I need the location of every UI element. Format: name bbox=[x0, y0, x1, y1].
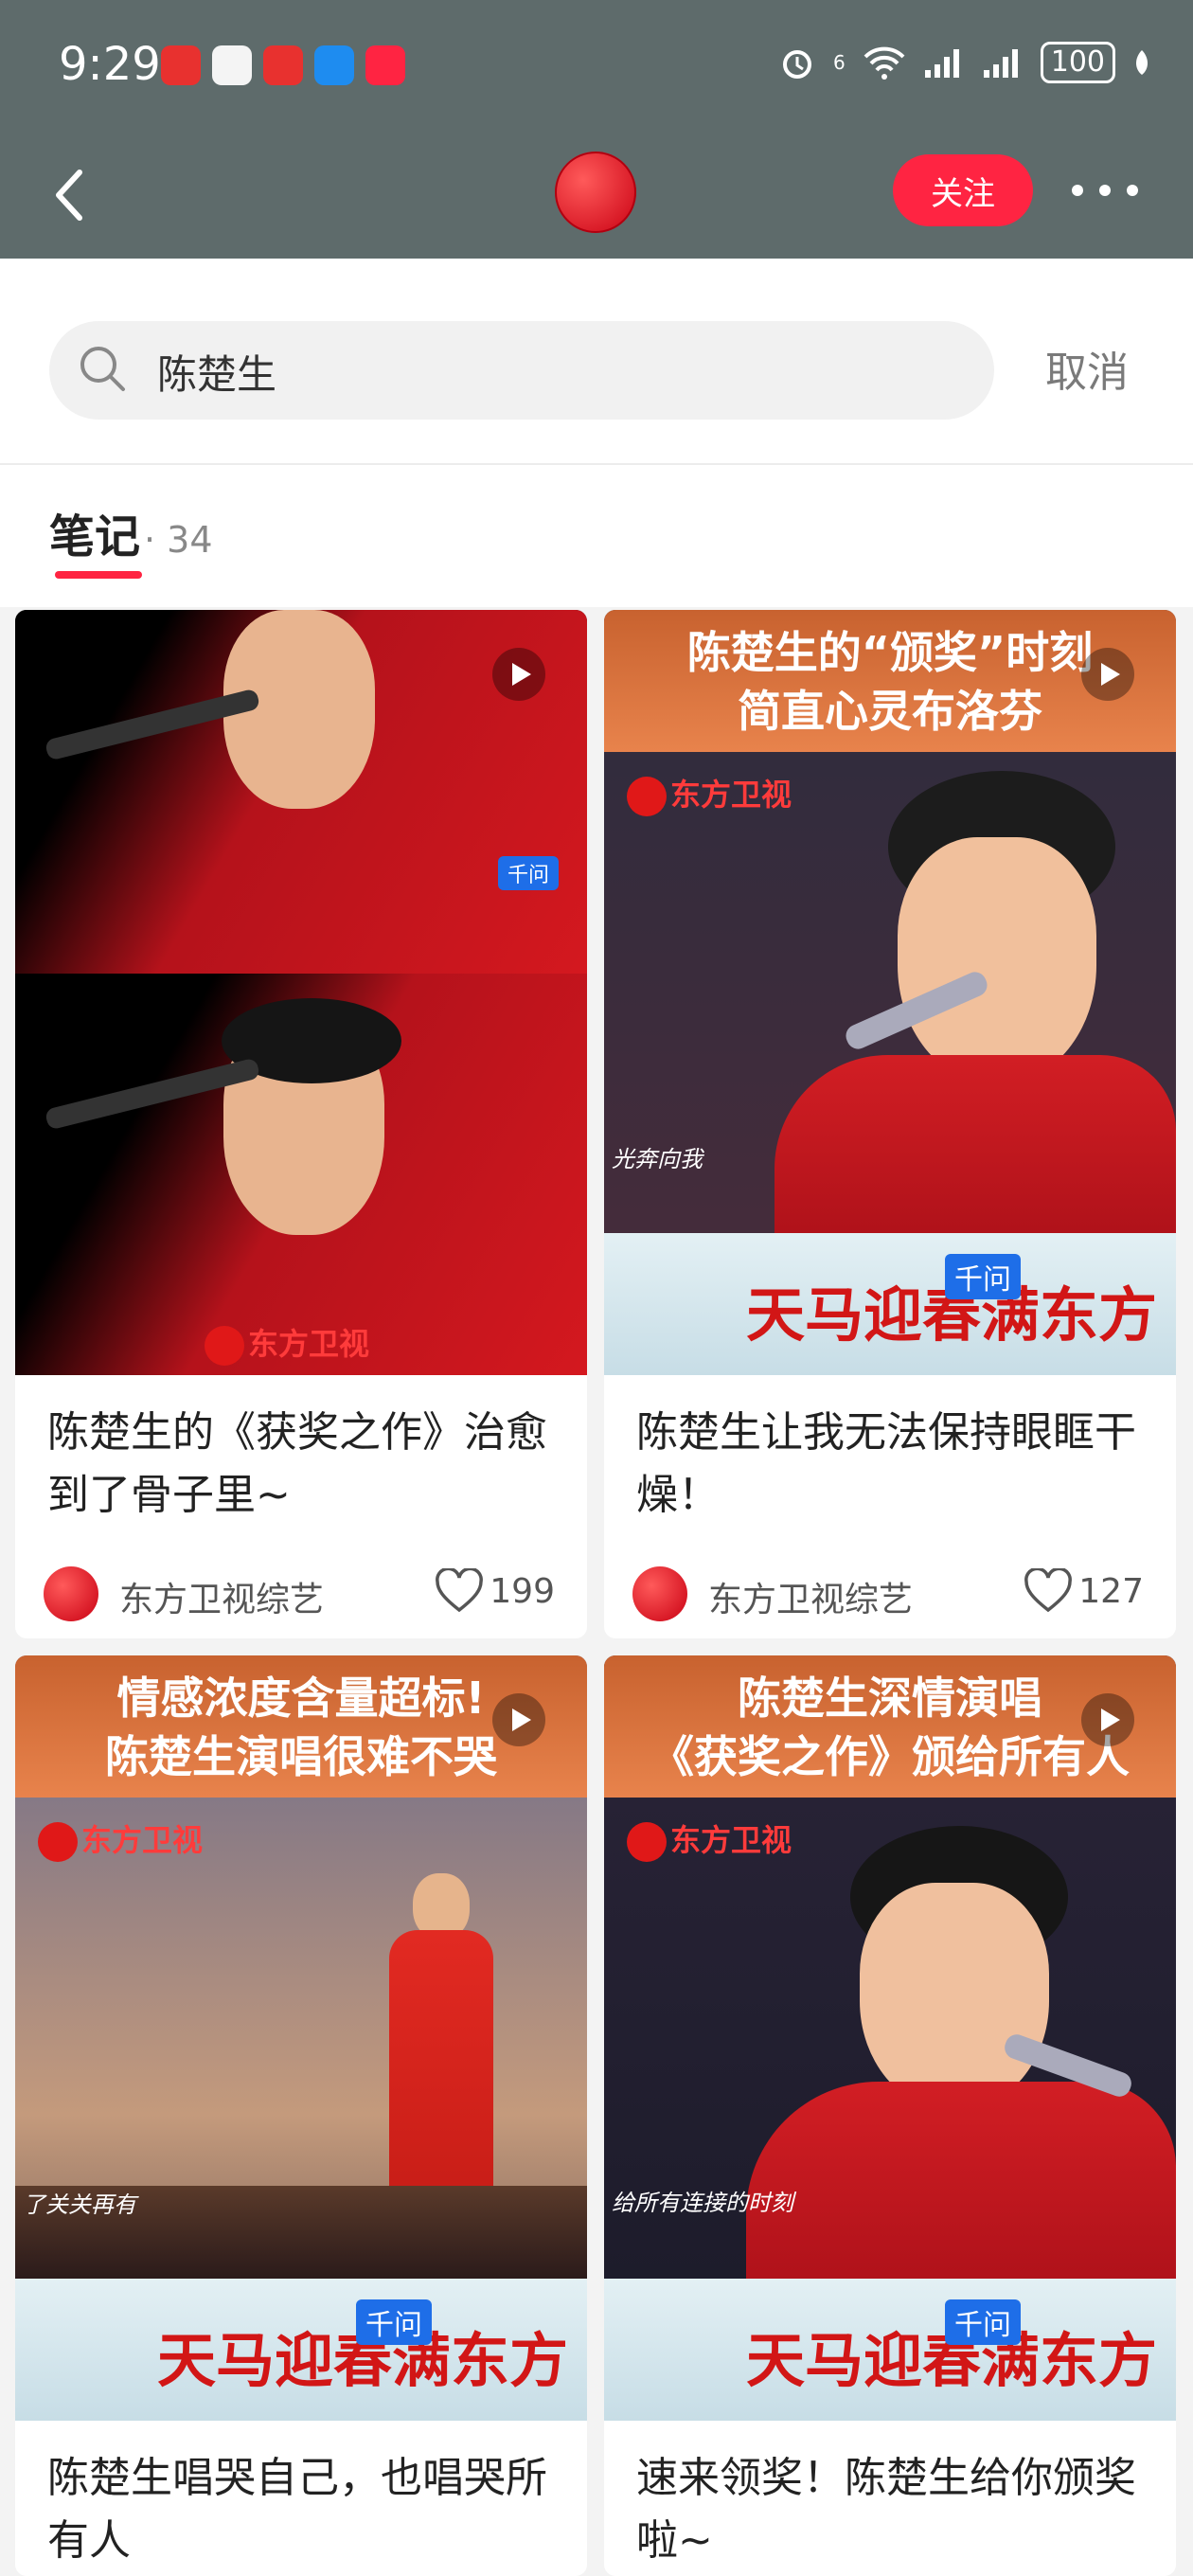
cancel-button[interactable]: 取消 bbox=[1045, 338, 1129, 399]
notification-icons bbox=[161, 45, 405, 85]
avatar[interactable] bbox=[632, 1566, 687, 1621]
show-banner: 天马迎春满东方 千问 bbox=[604, 2279, 1176, 2421]
signal-icon bbox=[983, 49, 1018, 78]
alarm-icon bbox=[783, 50, 811, 79]
more-options-icon[interactable] bbox=[1072, 176, 1138, 205]
note-title[interactable]: 陈楚生的《获奖之作》治愈到了骨子里~ bbox=[15, 1375, 587, 1547]
wifi-icon bbox=[864, 46, 905, 80]
tab-notes[interactable]: 笔记 · 34 bbox=[49, 499, 213, 565]
note-title[interactable]: 速来领奖！陈楚生给你颁奖啦~ bbox=[604, 2421, 1176, 2576]
channel-watermark: 东方卫视 bbox=[627, 1816, 792, 1862]
tab-bar: 笔记 · 34 bbox=[0, 465, 1193, 607]
like-count: 199 bbox=[490, 1571, 555, 1611]
back-button[interactable] bbox=[49, 167, 91, 224]
app-notification-icon bbox=[365, 45, 405, 85]
subtitle-caption: 了关关再有 bbox=[23, 2191, 136, 2218]
app-notification-icon bbox=[212, 45, 252, 85]
heart-icon bbox=[436, 1568, 484, 1613]
qianwen-badge: 千问 bbox=[945, 2299, 1021, 2345]
qianwen-badge: 千问 bbox=[498, 856, 560, 890]
qianwen-badge: 千问 bbox=[356, 2299, 432, 2345]
red-suit bbox=[775, 1055, 1176, 1233]
channel-watermark: 东方卫视 bbox=[627, 771, 792, 816]
play-icon bbox=[1081, 648, 1134, 701]
qianwen-badge: 千问 bbox=[945, 1254, 1021, 1299]
avatar[interactable] bbox=[44, 1566, 98, 1621]
channel-watermark: 东方卫视 bbox=[205, 1320, 369, 1366]
video-thumbnail[interactable]: 陈楚生的“颁奖”时刻 简直心灵布洛芬 东方卫视 光奔向我 天马迎春满东方 千问 bbox=[604, 610, 1176, 1375]
red-suit bbox=[746, 2082, 1176, 2279]
status-bar: 9:29 6 100 bbox=[0, 0, 1193, 133]
heart-icon bbox=[1024, 1568, 1073, 1613]
video-thumbnail[interactable]: 千问 东方卫视 bbox=[15, 610, 587, 1375]
play-icon bbox=[492, 1693, 545, 1746]
system-status: 6 100 bbox=[778, 42, 1151, 83]
subtitle-caption: 给所有连接的时刻 bbox=[612, 2190, 793, 2216]
like-button[interactable]: 127 bbox=[1024, 1568, 1144, 1614]
search-section: 取消 bbox=[0, 259, 1193, 465]
show-banner: 天马迎春满东方 千问 bbox=[604, 1233, 1176, 1375]
note-card[interactable]: 情感浓度含量超标! 陈楚生演唱很难不哭 东方卫视 了关关再有 天马迎春满东方 千… bbox=[15, 1655, 587, 2576]
app-notification-icon bbox=[263, 45, 303, 85]
status-time: 9:29 bbox=[59, 38, 161, 91]
top-app-bar: 9:29 6 100 关注 bbox=[0, 0, 1193, 259]
app-notification-icon bbox=[314, 45, 354, 85]
tab-active-indicator bbox=[55, 571, 142, 579]
note-card[interactable]: 陈楚生深情演唱 《获奖之作》颁给所有人 东方卫视 给所有连接的时刻 天马迎春满东… bbox=[604, 1655, 1176, 2576]
video-thumbnail[interactable]: 情感浓度含量超标! 陈楚生演唱很难不哭 东方卫视 了关关再有 天马迎春满东方 千… bbox=[15, 1655, 587, 2421]
note-meta: 东方卫视综艺 199 bbox=[15, 1547, 587, 1638]
channel-watermark: 东方卫视 bbox=[38, 1816, 203, 1862]
note-meta: 东方卫视综艺 127 bbox=[604, 1547, 1176, 1638]
note-card[interactable]: 千问 东方卫视 陈楚生的《获奖之作》治愈到了骨子里~ 东方卫视综艺 199 bbox=[15, 610, 587, 1638]
tab-notes-count: · 34 bbox=[144, 519, 213, 561]
show-banner: 天马迎春满东方 千问 bbox=[15, 2279, 587, 2421]
note-title[interactable]: 陈楚生让我无法保持眼眶干燥！ bbox=[604, 1375, 1176, 1547]
tab-notes-label: 笔记 bbox=[49, 510, 141, 564]
like-count: 127 bbox=[1078, 1571, 1144, 1611]
follow-button[interactable]: 关注 bbox=[893, 154, 1033, 226]
singer-face bbox=[860, 1883, 1049, 2110]
note-title[interactable]: 陈楚生唱哭自己，也唱哭所有人 bbox=[15, 2421, 587, 2576]
search-input[interactable] bbox=[155, 321, 973, 421]
search-icon bbox=[80, 347, 125, 391]
singer-face bbox=[898, 837, 1096, 1083]
author-name[interactable]: 东方卫视综艺 bbox=[119, 1572, 324, 1621]
subtitle-caption: 光奔向我 bbox=[612, 1146, 703, 1172]
video-thumbnail[interactable]: 陈楚生深情演唱 《获奖之作》颁给所有人 东方卫视 给所有连接的时刻 天马迎春满东… bbox=[604, 1655, 1176, 2421]
play-icon bbox=[492, 648, 545, 701]
play-icon bbox=[1081, 1693, 1134, 1746]
note-card[interactable]: 陈楚生的“颁奖”时刻 简直心灵布洛芬 东方卫视 光奔向我 天马迎春满东方 千问 … bbox=[604, 610, 1176, 1638]
author-name[interactable]: 东方卫视综艺 bbox=[708, 1572, 913, 1621]
search-box[interactable] bbox=[49, 321, 994, 421]
leaf-icon bbox=[1136, 50, 1148, 75]
channel-logo[interactable] bbox=[555, 152, 636, 233]
network-generation: 6 bbox=[833, 51, 846, 74]
signal-icon bbox=[924, 49, 959, 78]
like-button[interactable]: 199 bbox=[435, 1568, 555, 1614]
battery-indicator: 100 bbox=[1040, 42, 1115, 83]
app-notification-icon bbox=[161, 45, 201, 85]
